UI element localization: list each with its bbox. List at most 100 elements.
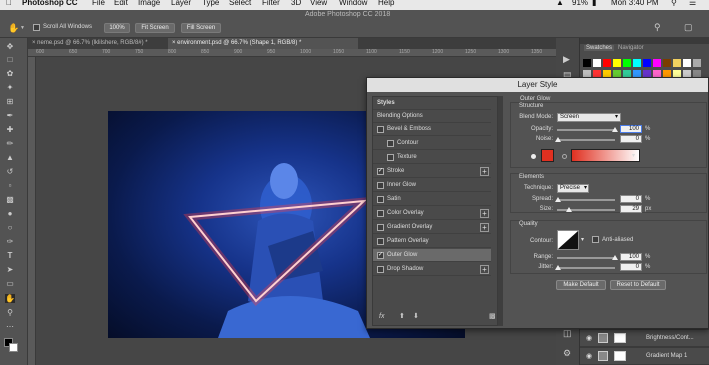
style-checkbox[interactable]: ✓ xyxy=(377,252,384,259)
range-slider-knob[interactable] xyxy=(612,255,618,260)
menu-layer[interactable]: Layer xyxy=(171,0,191,8)
chevron-down-icon[interactable]: ▾ xyxy=(632,152,635,159)
history-brush-tool-icon[interactable]: ↺ xyxy=(5,167,15,176)
fit-screen-button[interactable]: Fit Screen xyxy=(135,23,175,33)
move-tool-icon[interactable]: ✥ xyxy=(5,42,15,51)
wifi-icon[interactable]: ▲ xyxy=(556,0,564,8)
style-item-outer-glow[interactable]: ✓ Outer Glow xyxy=(373,249,491,262)
background-color-swatch[interactable] xyxy=(9,343,18,352)
blending-options[interactable]: Blending Options xyxy=(373,110,491,123)
style-checkbox[interactable] xyxy=(377,210,384,217)
technique-select[interactable]: Precise ▾ xyxy=(557,184,589,193)
styles-header[interactable]: Styles xyxy=(373,97,491,110)
swatch[interactable] xyxy=(693,59,701,67)
stamp-tool-icon[interactable]: ▲ xyxy=(5,153,15,162)
zoom-100-button[interactable]: 100% xyxy=(104,23,130,33)
menu-image[interactable]: Image xyxy=(138,0,160,8)
style-item-texture[interactable]: Texture xyxy=(373,151,491,164)
menu-type[interactable]: Type xyxy=(202,0,219,8)
spread-slider[interactable] xyxy=(557,199,615,201)
crop-tool-icon[interactable]: ⊞ xyxy=(5,97,15,106)
play-icon[interactable]: ▶ xyxy=(563,54,570,65)
style-item-drop-shadow[interactable]: Drop Shadow + xyxy=(373,263,491,276)
workspace-icon[interactable]: ▢ xyxy=(684,22,693,33)
styles-scrollbar[interactable] xyxy=(498,96,503,326)
trash-icon[interactable]: ▩ xyxy=(489,312,496,320)
tab-navigator[interactable]: Navigator xyxy=(618,45,644,51)
spotlight-icon[interactable]: ⚲ xyxy=(671,0,677,8)
healing-tool-icon[interactable]: ✚ xyxy=(5,125,15,134)
jitter-slider[interactable] xyxy=(557,267,615,269)
style-item-color-overlay[interactable]: Color Overlay + xyxy=(373,207,491,220)
style-checkbox[interactable] xyxy=(377,266,384,273)
style-checkbox[interactable] xyxy=(377,196,384,203)
layers-icon[interactable]: ◫ xyxy=(563,328,572,339)
eyedropper-tool-icon[interactable]: ✒ xyxy=(5,111,15,120)
tab-neme-psd[interactable]: × neme.psd @ 66.7% (lklilshere, RGB/8#) … xyxy=(28,38,166,49)
menu-select[interactable]: Select xyxy=(229,0,251,8)
zoom-tool-icon[interactable]: ⚲ xyxy=(5,308,15,317)
notification-center-icon[interactable]: ☰ xyxy=(689,0,696,8)
eye-icon[interactable]: ◉ xyxy=(586,334,592,342)
blend-mode-select[interactable]: Screen ▾ xyxy=(557,113,621,122)
style-item-inner-glow[interactable]: Inner Glow xyxy=(373,179,491,192)
type-tool-icon[interactable]: T xyxy=(5,251,15,260)
style-item-satin[interactable]: Satin xyxy=(373,193,491,206)
menu-filter[interactable]: Filter xyxy=(262,0,280,8)
more-tools-icon[interactable]: ⋯ xyxy=(5,322,15,331)
menu-edit[interactable]: Edit xyxy=(114,0,128,8)
layer-row[interactable]: ◉ Brightness/Cont... xyxy=(580,329,709,346)
eraser-tool-icon[interactable]: ▫ xyxy=(5,181,15,190)
hand-tool-active-icon[interactable]: ✋ xyxy=(5,294,15,303)
adjustments-icon[interactable]: ⚙ xyxy=(563,348,571,359)
apple-icon[interactable]:  xyxy=(6,0,12,8)
size-input[interactable]: 29 xyxy=(620,205,642,213)
jitter-input[interactable]: 0 xyxy=(620,263,642,271)
layer-row[interactable]: ◉ Gradient Map 1 xyxy=(580,347,709,364)
search-icon[interactable]: ⚲ xyxy=(654,22,661,33)
contour-picker[interactable] xyxy=(557,230,579,250)
style-item-gradient-overlay[interactable]: Gradient Overlay + xyxy=(373,221,491,234)
add-style-icon[interactable]: + xyxy=(480,265,489,274)
eye-icon[interactable]: ◉ xyxy=(586,352,592,360)
swatch[interactable] xyxy=(643,59,651,67)
style-checkbox[interactable] xyxy=(377,182,384,189)
quick-select-tool-icon[interactable]: ✦ xyxy=(5,83,15,92)
jitter-slider-knob[interactable] xyxy=(555,265,561,270)
dodge-tool-icon[interactable]: ○ xyxy=(5,223,15,232)
style-checkbox[interactable] xyxy=(377,126,384,133)
style-checkbox[interactable] xyxy=(377,224,384,231)
glow-color-swatch[interactable] xyxy=(541,149,554,162)
noise-slider-knob[interactable] xyxy=(555,137,561,142)
range-input[interactable]: 100 xyxy=(620,253,642,261)
battery-icon[interactable]: ▮ xyxy=(592,0,596,8)
menu-help[interactable]: Help xyxy=(378,0,394,8)
opacity-input[interactable]: 100 xyxy=(620,125,642,133)
pen-tool-icon[interactable]: ✑ xyxy=(5,237,15,246)
menu-view[interactable]: View xyxy=(310,0,327,8)
opacity-slider-knob[interactable] xyxy=(612,127,618,132)
marquee-tool-icon[interactable]: □ xyxy=(5,55,15,64)
swatch[interactable] xyxy=(583,59,591,67)
tab-swatches[interactable]: Swatches xyxy=(584,45,615,51)
move-down-icon[interactable]: ⬇ xyxy=(413,312,419,320)
solid-color-radio[interactable] xyxy=(531,154,536,159)
menu-window[interactable]: Window xyxy=(339,0,367,8)
make-default-button[interactable]: Make Default xyxy=(556,280,606,290)
menu-3d[interactable]: 3D xyxy=(291,0,301,8)
style-checkbox[interactable] xyxy=(377,238,384,245)
move-up-icon[interactable]: ⬆ xyxy=(399,312,405,320)
noise-input[interactable]: 0 xyxy=(620,135,642,143)
scroll-all-windows-checkbox[interactable] xyxy=(33,24,40,31)
style-checkbox[interactable] xyxy=(387,140,394,147)
clock[interactable]: Mon 3:40 PM xyxy=(611,0,659,8)
reset-to-default-button[interactable]: Reset to Default xyxy=(610,280,666,290)
add-style-icon[interactable]: + xyxy=(480,209,489,218)
chevron-down-icon[interactable]: ▾ xyxy=(581,236,584,243)
style-item-contour[interactable]: Contour xyxy=(373,137,491,150)
shape-tool-icon[interactable]: ▭ xyxy=(5,279,15,288)
swatch[interactable] xyxy=(663,59,671,67)
dialog-title[interactable]: Layer Style xyxy=(367,78,708,92)
style-item-stroke[interactable]: ✓ Stroke + xyxy=(373,165,491,178)
spread-input[interactable]: 0 xyxy=(620,195,642,203)
